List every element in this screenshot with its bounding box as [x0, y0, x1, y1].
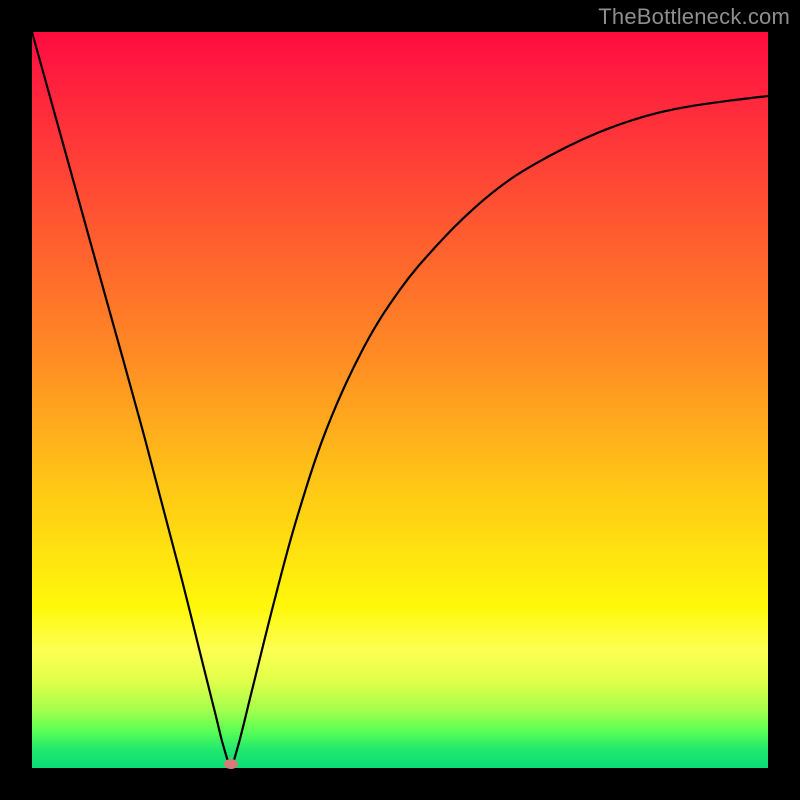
plot-area [32, 32, 768, 768]
minimum-marker [224, 759, 238, 769]
chart-frame: TheBottleneck.com [0, 0, 800, 800]
bottleneck-curve [32, 32, 768, 768]
watermark-text: TheBottleneck.com [598, 4, 790, 30]
